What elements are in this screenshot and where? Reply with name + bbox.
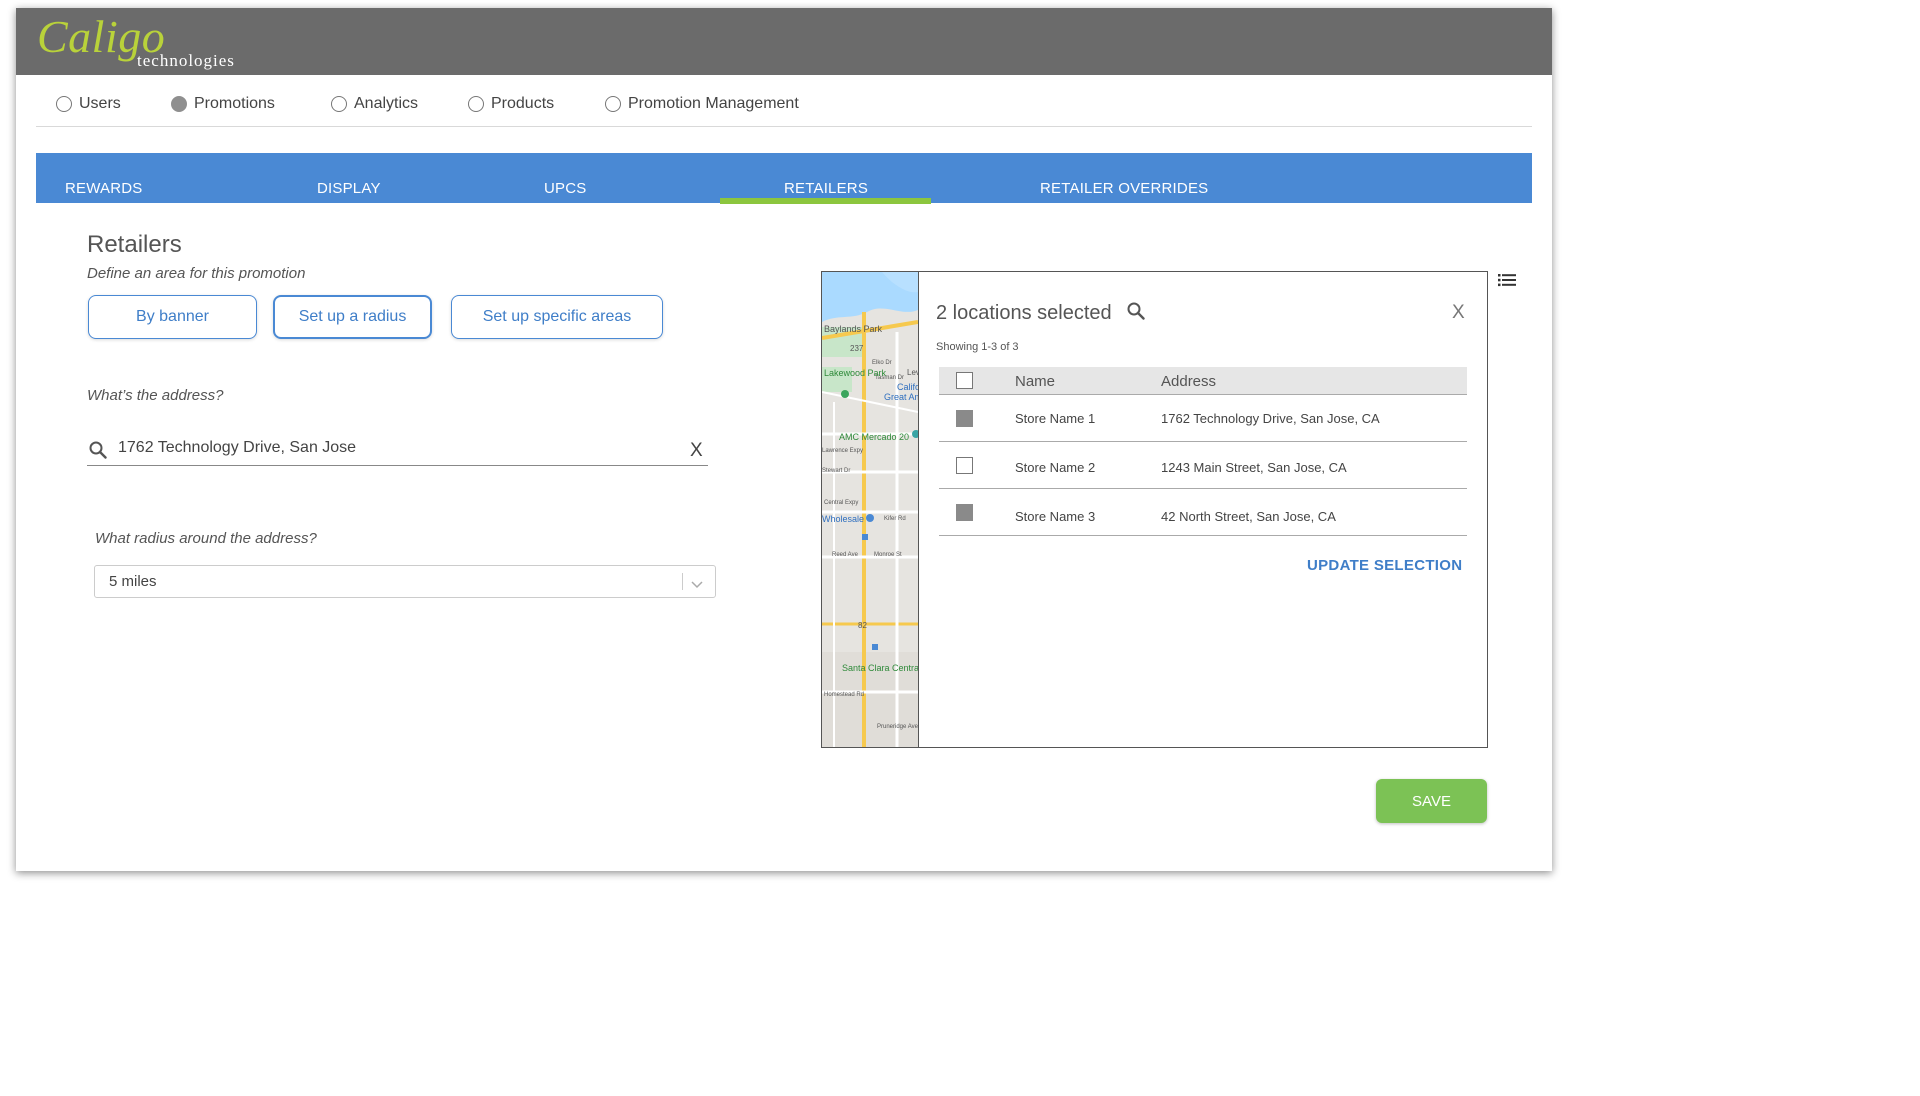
- select-all-checkbox[interactable]: [956, 372, 973, 389]
- nav-item-analytics[interactable]: Analytics: [331, 95, 418, 113]
- tab-retailer-overrides[interactable]: RETAILER OVERRIDES: [1040, 180, 1208, 197]
- map-label: Pruneridge Ave: [877, 724, 918, 730]
- app-window: Caligo technologies Users Promotions Ana…: [16, 8, 1552, 871]
- store-name: Store Name 1: [1015, 411, 1096, 426]
- map-label: Central Expy: [824, 500, 859, 506]
- locations-count: 2 locations selected: [936, 302, 1112, 324]
- table-row[interactable]: Store Name 3 42 North Street, San Jose, …: [939, 489, 1467, 536]
- locations-table: Name Address Store Name 1 1762 Technolog…: [939, 367, 1467, 536]
- map-label: Kifer Rd: [884, 516, 906, 522]
- nav-item-promotion-management[interactable]: Promotion Management: [605, 95, 799, 113]
- row-checkbox[interactable]: [956, 504, 973, 521]
- radio-button[interactable]: [56, 96, 72, 112]
- update-selection-button[interactable]: UPDATE SELECTION: [1307, 557, 1462, 574]
- map-label: Great Am: [884, 392, 919, 402]
- map-label: Lev: [907, 368, 919, 377]
- radio-button[interactable]: [605, 96, 621, 112]
- address-input[interactable]: 1762 Technology Drive, San Jose X: [87, 436, 708, 466]
- map-label: Stewart Dr: [822, 468, 851, 474]
- map-label: Reed Ave: [832, 552, 858, 558]
- set-up-specific-areas-button[interactable]: Set up specific areas: [451, 295, 663, 339]
- save-button[interactable]: SAVE: [1376, 779, 1487, 823]
- store-name: Store Name 2: [1015, 460, 1096, 475]
- store-name: Store Name 3: [1015, 509, 1096, 524]
- active-tab-indicator: [720, 198, 931, 204]
- tab-bar: REWARDS DISPLAY UPCS RETAILERS RETAILER …: [36, 153, 1532, 204]
- map-view[interactable]: Baylands Park 237 Elko Dr Tasman Dr Lake…: [822, 272, 919, 747]
- map-label: AMC Mercado 20: [839, 432, 910, 442]
- radius-question: What radius around the address?: [95, 530, 317, 547]
- map-label: 82: [858, 621, 867, 630]
- map-label: Homestead Rd: [824, 692, 865, 698]
- tab-display[interactable]: DISPLAY: [317, 180, 381, 197]
- chevron-down-icon[interactable]: [691, 576, 703, 594]
- radio-button[interactable]: [331, 96, 347, 112]
- radio-button-selected[interactable]: [171, 96, 187, 112]
- map-label: Elko Dr: [872, 360, 892, 366]
- clear-address-button[interactable]: X: [690, 440, 703, 462]
- set-up-radius-button[interactable]: Set up a radius: [273, 295, 432, 339]
- list-view-icon[interactable]: [1498, 273, 1516, 292]
- row-checkbox[interactable]: [956, 410, 973, 427]
- address-question: What’s the address?: [87, 387, 224, 404]
- top-nav: Users Promotions Analytics Products Prom…: [36, 75, 1532, 127]
- brand-tagline: technologies: [137, 51, 235, 70]
- header-bar: Caligo technologies: [16, 8, 1552, 75]
- store-address: 42 North Street, San Jose, CA: [1161, 509, 1336, 524]
- table-row[interactable]: Store Name 1 1762 Technology Drive, San …: [939, 395, 1467, 442]
- search-icon[interactable]: [1127, 302, 1145, 326]
- store-address: 1762 Technology Drive, San Jose, CA: [1161, 411, 1380, 426]
- locations-heading: 2 locations selected: [936, 302, 1145, 326]
- nav-item-label: Promotion Management: [628, 95, 799, 112]
- nav-item-label: Users: [79, 95, 121, 112]
- nav-item-label: Analytics: [354, 95, 419, 112]
- map-label: 237: [850, 344, 864, 353]
- map-graphic: [822, 272, 918, 747]
- by-banner-button[interactable]: By banner: [88, 295, 257, 339]
- nav-item-label: Promotions: [194, 95, 275, 112]
- map-label: Monroe St: [874, 552, 902, 558]
- column-header-name: Name: [1015, 373, 1056, 390]
- row-checkbox[interactable]: [956, 457, 973, 474]
- nav-item-label: Products: [491, 95, 555, 112]
- map-label: Lawrence Expy: [822, 448, 864, 454]
- map-label: Baylands Park: [824, 324, 883, 334]
- showing-count: Showing 1-3 of 3: [936, 341, 1019, 353]
- page-title: Retailers: [87, 231, 182, 258]
- tab-retailers[interactable]: RETAILERS: [784, 180, 868, 197]
- store-address: 1243 Main Street, San Jose, CA: [1161, 460, 1347, 475]
- nav-item-users[interactable]: Users: [56, 95, 121, 113]
- tab-upcs[interactable]: UPCS: [544, 180, 586, 197]
- map-label: Wholesale: [822, 514, 865, 524]
- address-value: 1762 Technology Drive, San Jose: [118, 439, 357, 456]
- column-header-address: Address: [1161, 373, 1217, 390]
- table-header: Name Address: [939, 367, 1467, 395]
- select-divider: [682, 573, 683, 590]
- nav-item-products[interactable]: Products: [468, 95, 554, 113]
- close-panel-button[interactable]: X: [1452, 302, 1465, 324]
- tab-rewards[interactable]: REWARDS: [65, 180, 143, 197]
- map-label: Santa Clara Centra: [842, 663, 919, 673]
- page-subtitle: Define an area for this promotion: [87, 265, 306, 282]
- map-label: Califo: [897, 382, 919, 392]
- radius-select[interactable]: 5 miles: [94, 565, 716, 598]
- locations-panel: Baylands Park 237 Elko Dr Tasman Dr Lake…: [821, 271, 1488, 748]
- map-label: Lakewood Park: [824, 368, 887, 378]
- search-icon: [89, 441, 107, 464]
- radio-button[interactable]: [468, 96, 484, 112]
- radius-value: 5 miles: [109, 573, 157, 590]
- nav-item-promotions[interactable]: Promotions: [171, 95, 275, 113]
- table-row[interactable]: Store Name 2 1243 Main Street, San Jose,…: [939, 442, 1467, 489]
